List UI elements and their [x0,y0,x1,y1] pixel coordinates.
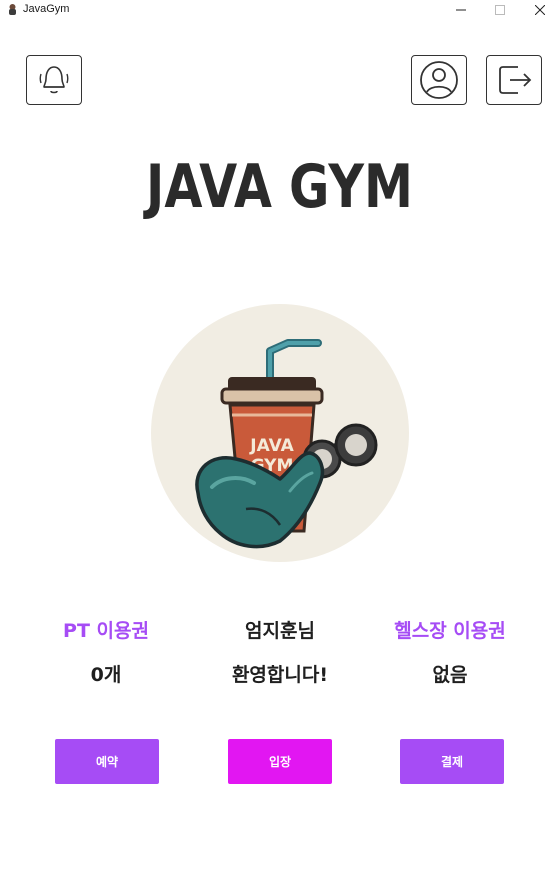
notification-button[interactable] [26,55,82,105]
logo-text-java: JAVA [249,436,294,456]
gym-pass-status: 없음 [432,664,468,686]
gym-logo: JAVA GYM [151,304,409,562]
close-button[interactable] [521,0,559,20]
page-title: JAVA GYM [146,152,413,222]
maximize-icon [495,5,505,15]
logout-icon [499,66,532,94]
bell-icon [39,66,69,94]
app-icon [9,4,16,15]
logout-button[interactable] [486,55,542,105]
minimize-button[interactable] [442,0,480,20]
window-titlebar: JavaGym [0,0,559,20]
pt-pass-label: PT 이용권 [63,620,149,642]
reserve-button[interactable]: 예약 [55,739,159,784]
minimize-icon [456,9,466,11]
user-name: 엄지훈님 [245,620,315,642]
payment-button[interactable]: 결제 [400,739,504,784]
profile-button[interactable] [411,55,467,105]
pt-pass-count: 0개 [90,664,122,686]
close-icon [535,5,545,15]
gym-pass-label: 헬스장 이용권 [394,620,506,642]
welcome-message: 환영합니다! [231,664,329,686]
enter-button[interactable]: 입장 [228,739,332,784]
maximize-button[interactable] [481,0,519,20]
window-title: JavaGym [23,3,70,15]
user-circle-icon [420,61,458,99]
